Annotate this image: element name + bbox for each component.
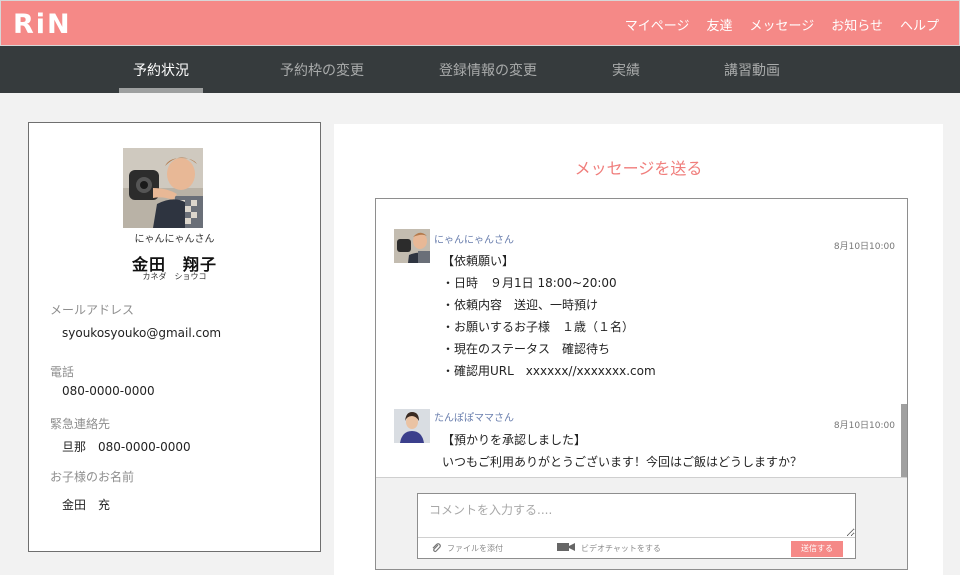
emergency-contact-label: 緊急連絡先 [50, 417, 111, 431]
attach-file-button[interactable]: ファイルを添付 [431, 542, 503, 555]
nav-notifications[interactable]: お知らせ [831, 15, 883, 34]
phone-value: 080-0000-0000 [62, 384, 155, 398]
child-name-label: お子様のお名前 [50, 470, 135, 484]
message-sender[interactable]: たんぽぽママさん [434, 409, 514, 424]
tab-bar: 予約状況 予約枠の変更 登録情報の変更 実績 講習動画 [0, 46, 960, 93]
tab-change-registration[interactable]: 登録情報の変更 [430, 46, 546, 93]
comment-input[interactable] [418, 494, 855, 538]
avatar [123, 148, 203, 228]
message-line: いつもご利用ありがとうございます！今回はご飯はどうしますか？ [442, 455, 803, 469]
message-composer: ファイルを添付 ビデオチャットをする 送信する [376, 477, 907, 569]
message-timestamp: 8月10日10:00 [833, 242, 895, 252]
nav-mypage[interactable]: マイページ [625, 15, 690, 34]
message-panel-title: メッセージを送る [574, 159, 703, 178]
video-camera-icon [557, 542, 575, 554]
email-value: syoukosyouko@gmail.com [62, 326, 222, 340]
message-line: ・依頼内容 送迎、一時預け [442, 298, 599, 312]
message-line: ・お願いするお子様 １歳（１名） [442, 320, 635, 334]
tab-training-videos[interactable]: 講習動画 [712, 46, 792, 93]
phone-label: 電話 [50, 365, 75, 379]
attach-file-label: ファイルを添付 [447, 544, 503, 553]
message-panel: メッセージを送る にゃんにゃんさん 8月10日10:00 【依頼願い】 ・日時 … [334, 124, 943, 575]
child-name-value: 金田 充 [62, 498, 111, 512]
chat-scrollbar-thumb[interactable] [901, 404, 907, 477]
email-label: メールアドレス [50, 303, 135, 317]
app-logo[interactable]: RiN [13, 9, 72, 40]
profile-card: にゃんにゃんさん 金田 翔子 カネダ ショウコ メールアドレス syoukosy… [28, 122, 321, 552]
chat-box: にゃんにゃんさん 8月10日10:00 【依頼願い】 ・日時 ９月1日 18:0… [375, 198, 908, 570]
message-line: 【依頼願い】 [442, 254, 515, 268]
message-avatar [394, 229, 430, 263]
message-line: ・日時 ９月1日 18:00~20:00 [442, 276, 617, 290]
profile-nickname: にゃんにゃんさん [134, 234, 215, 245]
comment-box: ファイルを添付 ビデオチャットをする 送信する [417, 493, 856, 559]
nav-messages[interactable]: メッセージ [749, 15, 814, 34]
message-line[interactable]: ・確認用URL xxxxxx//xxxxxxx.com [442, 362, 656, 379]
paperclip-icon [431, 542, 441, 555]
top-nav: マイページ 友達 メッセージ お知らせ ヘルプ [625, 15, 939, 34]
composer-toolbar: ファイルを添付 ビデオチャットをする 送信する [418, 538, 855, 560]
top-header: RiN マイページ 友達 メッセージ お知らせ ヘルプ [0, 0, 960, 46]
nav-friends[interactable]: 友達 [706, 15, 732, 34]
message-sender[interactable]: にゃんにゃんさん [434, 231, 514, 246]
message-line: 【預かりを承認しました】 [442, 433, 587, 447]
message-avatar [394, 409, 430, 443]
message-timestamp: 8月10日10:00 [833, 421, 895, 431]
profile-kana: カネダ ショウコ [142, 272, 207, 281]
tab-achievements[interactable]: 実績 [600, 46, 652, 93]
tab-reservation-status[interactable]: 予約状況 [119, 46, 203, 93]
video-chat-button[interactable]: ビデオチャットをする [557, 542, 661, 554]
video-chat-label: ビデオチャットをする [581, 543, 661, 553]
message-line: ・現在のステータス 確認待ち [442, 342, 611, 356]
tab-change-slots[interactable]: 予約枠の変更 [270, 46, 374, 93]
emergency-contact-value: 旦那 080-0000-0000 [62, 440, 191, 454]
send-button[interactable]: 送信する [791, 541, 843, 557]
nav-help[interactable]: ヘルプ [900, 15, 939, 34]
